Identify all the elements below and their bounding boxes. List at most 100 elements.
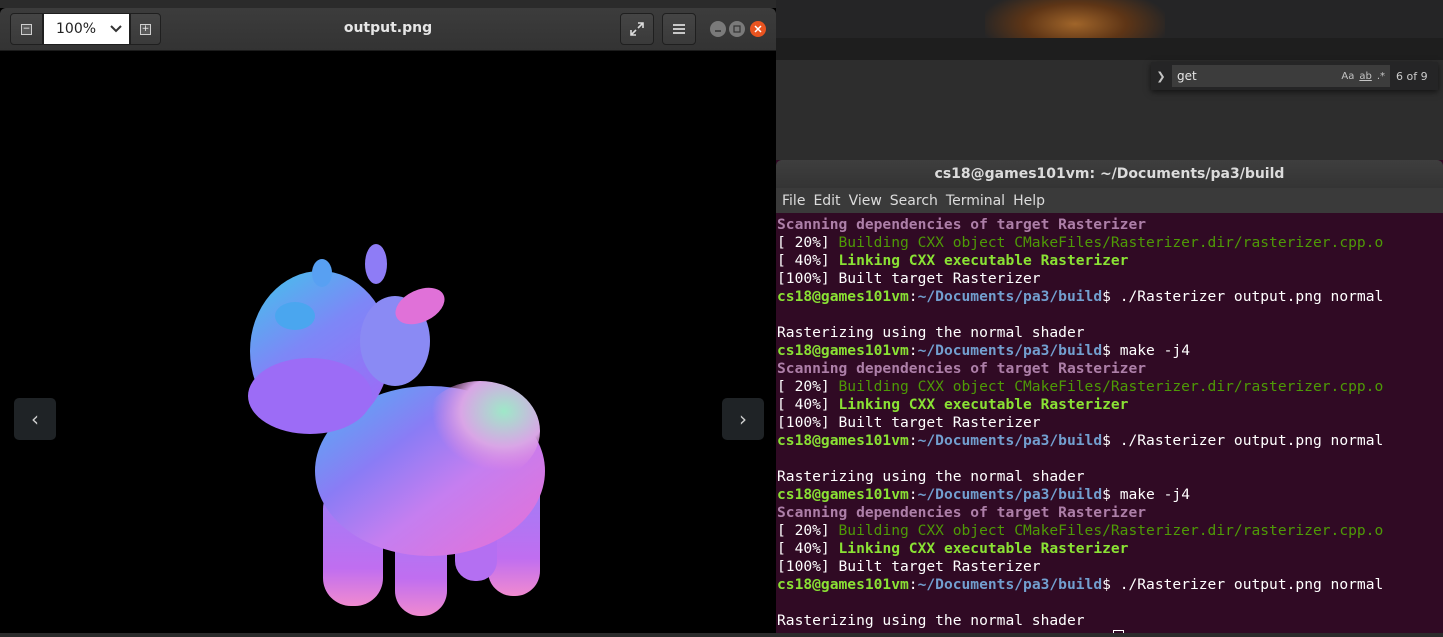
menu-terminal[interactable]: Terminal xyxy=(946,193,1005,209)
maximize-icon xyxy=(733,25,741,33)
build-message: Building CXX object CMakeFiles/Rasterize… xyxy=(838,234,1384,251)
terminal-line: [100%] Built target Rasterizer xyxy=(777,414,1443,432)
menu-view[interactable]: View xyxy=(849,193,882,209)
prompt-separator: : xyxy=(908,288,918,305)
zoom-in-icon: + xyxy=(140,23,151,35)
next-image-button[interactable]: › xyxy=(722,398,764,440)
prompt-user: cs18@games101vm xyxy=(777,486,909,503)
terminal-line: cs18@games101vm:~/Documents/pa3/build$ .… xyxy=(777,432,1443,450)
prompt-user: cs18@games101vm xyxy=(777,432,909,449)
progress-percent: [ 20%] xyxy=(777,234,839,251)
image-canvas xyxy=(0,51,776,633)
zoom-level-value: 100% xyxy=(56,21,97,37)
prompt-symbol: $ xyxy=(1102,486,1111,503)
link-message: Linking CXX executable Rasterizer xyxy=(838,396,1129,413)
terminal-line: [ 40%] Linking CXX executable Rasterizer xyxy=(777,540,1443,558)
regex-toggle[interactable]: .* xyxy=(1377,71,1385,82)
link-message: Linking CXX executable Rasterizer xyxy=(838,252,1129,269)
terminal-line: cs18@games101vm:~/Documents/pa3/build$ .… xyxy=(777,288,1443,306)
terminal-line: Scanning dependencies of target Rasteriz… xyxy=(777,360,1443,378)
menu-help[interactable]: Help xyxy=(1013,193,1045,209)
image-viewer-window: − 100% + output.png ‹ › xyxy=(0,8,776,633)
fullscreen-icon xyxy=(630,22,644,36)
find-widget: ❯ get Aa ab .* 6 of 9 xyxy=(1151,62,1438,90)
terminal-line: [ 40%] Linking CXX executable Rasterizer xyxy=(777,252,1443,270)
command-text: make -j4 xyxy=(1110,486,1190,503)
zoom-level-select[interactable]: 100% xyxy=(43,13,130,45)
scan-message: Scanning dependencies of target Rasteriz… xyxy=(777,216,1147,233)
progress-percent: [ 20%] xyxy=(777,378,839,395)
scan-message: Scanning dependencies of target Rasteriz… xyxy=(777,360,1147,377)
output-text: Rasterizing using the normal shader xyxy=(777,468,1085,485)
close-button[interactable] xyxy=(750,21,766,37)
terminal-line: [ 40%] Linking CXX executable Rasterizer xyxy=(777,396,1443,414)
terminal-line: Scanning dependencies of target Rasteriz… xyxy=(777,216,1443,234)
output-text: Rasterizing using the normal shader xyxy=(777,612,1085,629)
output-text: [100%] Built target Rasterizer xyxy=(777,414,1041,431)
whole-word-toggle[interactable]: ab xyxy=(1359,71,1371,82)
prompt-path: ~/Documents/pa3/build xyxy=(917,432,1103,449)
hamburger-menu-icon xyxy=(673,24,685,34)
fullscreen-button[interactable] xyxy=(620,13,654,45)
menu-button[interactable] xyxy=(662,13,696,45)
terminal-line: [ 20%] Building CXX object CMakeFiles/Ra… xyxy=(777,522,1443,540)
build-message: Building CXX object CMakeFiles/Rasterize… xyxy=(838,378,1384,395)
link-message: Linking CXX executable Rasterizer xyxy=(838,540,1129,557)
terminal-line: Rasterizing using the normal shader xyxy=(777,324,1443,342)
terminal-window: cs18@games101vm: ~/Documents/pa3/build F… xyxy=(776,160,1443,633)
terminal-menubar: File Edit View Search Terminal Help xyxy=(776,188,1443,213)
maximize-button[interactable] xyxy=(729,21,745,37)
prompt-path: ~/Documents/pa3/build xyxy=(917,576,1103,593)
menu-edit[interactable]: Edit xyxy=(813,193,840,209)
terminal-line: cs18@games101vm:~/Documents/pa3/build$ .… xyxy=(777,576,1443,594)
prompt-user: cs18@games101vm xyxy=(777,576,909,593)
command-text: ./Rasterizer output.png normal xyxy=(1110,576,1384,593)
command-text: make -j4 xyxy=(1110,342,1190,359)
image-viewer-header: − 100% + output.png xyxy=(0,8,776,51)
terminal-line: [100%] Built target Rasterizer xyxy=(777,270,1443,288)
terminal-line: cs18@games101vm:~/Documents/pa3/build$ m… xyxy=(777,486,1443,504)
menu-file[interactable]: File xyxy=(782,193,805,209)
prompt-symbol: $ xyxy=(1102,432,1111,449)
chevron-left-icon: ‹ xyxy=(31,407,39,431)
terminal-line: Rasterizing using the normal shader xyxy=(777,468,1443,486)
terminal-line: Rasterizing using the normal shader xyxy=(777,612,1443,630)
build-message: Building CXX object CMakeFiles/Rasterize… xyxy=(838,522,1384,539)
prompt-symbol: $ xyxy=(1102,342,1111,359)
cow-render-image xyxy=(248,244,545,616)
close-icon xyxy=(754,25,762,33)
find-expand-chevron-icon[interactable]: ❯ xyxy=(1151,70,1171,83)
output-text: [100%] Built target Rasterizer xyxy=(777,270,1041,287)
output-text: [100%] Built target Rasterizer xyxy=(777,558,1041,575)
prompt-separator: : xyxy=(908,486,918,503)
zoom-out-icon: − xyxy=(21,23,32,35)
terminal-output[interactable]: Scanning dependencies of target Rasteriz… xyxy=(777,216,1443,633)
chevron-right-icon: › xyxy=(739,407,747,431)
terminal-line: Scanning dependencies of target Rasteriz… xyxy=(777,504,1443,522)
menu-search[interactable]: Search xyxy=(890,193,938,209)
zoom-out-button[interactable]: − xyxy=(10,13,43,45)
minimize-button[interactable] xyxy=(710,21,726,37)
terminal-line: cs18@games101vm:~/Documents/pa3/build$ m… xyxy=(777,342,1443,360)
find-query-text[interactable]: get xyxy=(1177,69,1336,83)
command-text: ./Rasterizer output.png normal xyxy=(1110,288,1384,305)
prompt-path: ~/Documents/pa3/build xyxy=(917,486,1103,503)
progress-percent: [ 40%] xyxy=(777,396,839,413)
prompt-path: ~/Documents/pa3/build xyxy=(917,342,1103,359)
zoom-in-button[interactable]: + xyxy=(130,13,161,45)
find-input[interactable]: get Aa ab .* xyxy=(1172,65,1390,87)
prompt-separator: : xyxy=(908,576,918,593)
match-case-toggle[interactable]: Aa xyxy=(1341,71,1354,82)
terminal-line: [ 20%] Building CXX object CMakeFiles/Ra… xyxy=(777,378,1443,396)
progress-percent: [ 20%] xyxy=(777,522,839,539)
previous-image-button[interactable]: ‹ xyxy=(14,398,56,440)
scan-message: Scanning dependencies of target Rasteriz… xyxy=(777,504,1147,521)
chevron-down-icon xyxy=(110,25,122,33)
prompt-symbol: $ xyxy=(1102,576,1111,593)
prompt-path: ~/Documents/pa3/build xyxy=(917,288,1103,305)
progress-percent: [ 40%] xyxy=(777,540,839,557)
command-text: ./Rasterizer output.png normal xyxy=(1110,432,1384,449)
